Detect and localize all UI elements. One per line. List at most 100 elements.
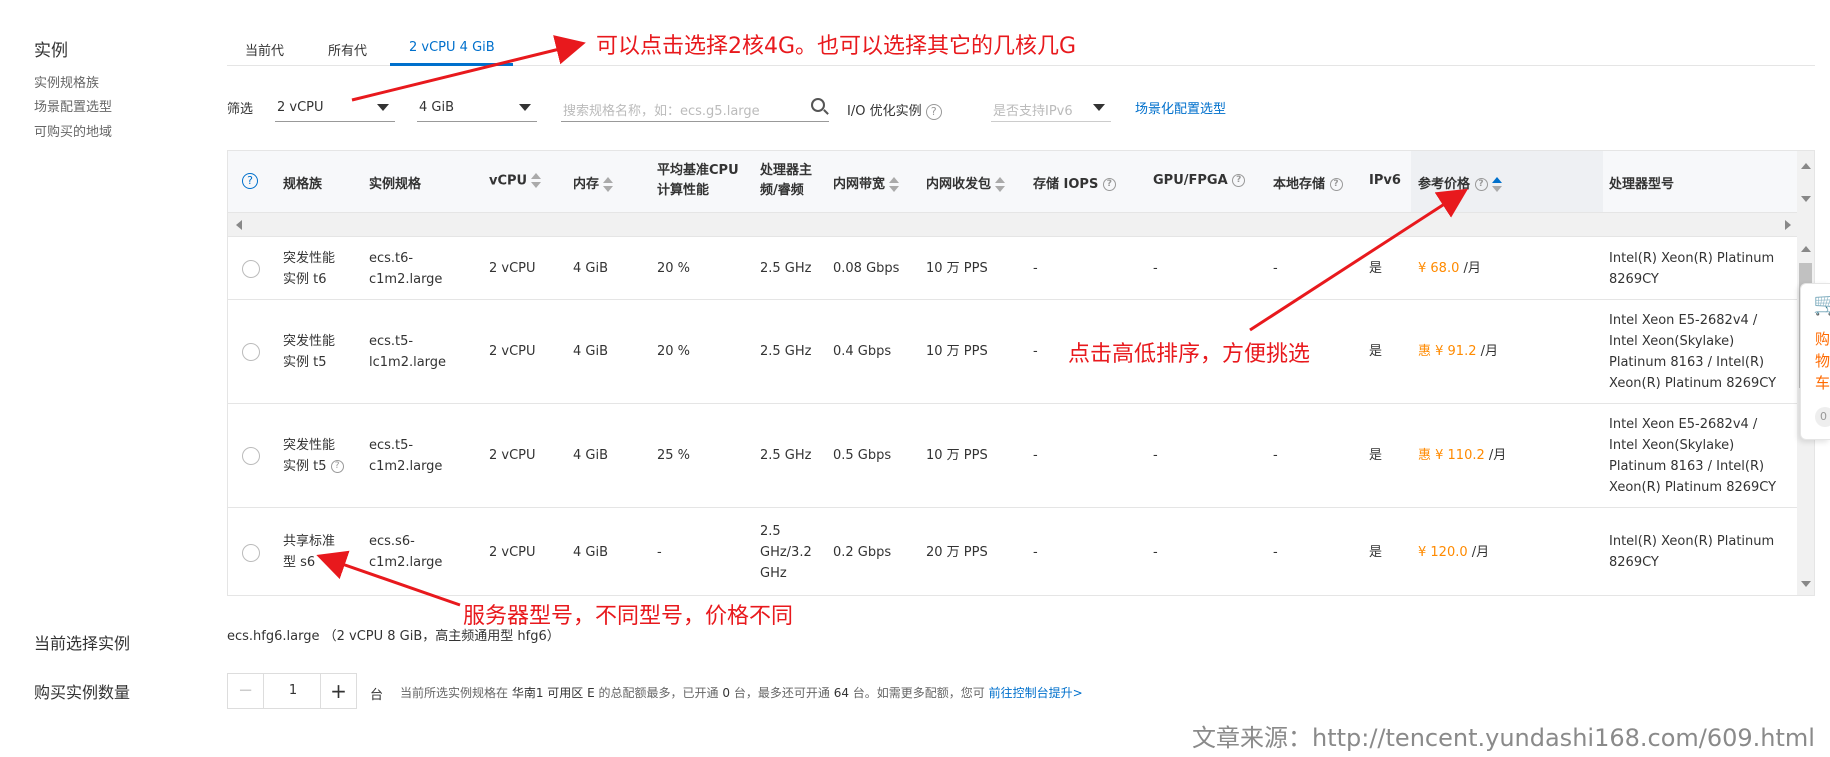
io-optimized-filter[interactable]: I/O 优化实例 ?: [847, 100, 942, 120]
shopping-cart-widget[interactable]: 🛒 购 物 车 0: [1800, 283, 1830, 440]
cell-cpu-model: Intel Xeon E5-2682v4 /Intel Xeon(Skylake…: [1609, 417, 1777, 495]
cell-mem: 4 GiB: [573, 545, 609, 560]
th-spec: 实例规格: [369, 177, 422, 192]
cell-baseline: 25 %: [657, 448, 691, 463]
help-icon[interactable]: ?: [1232, 174, 1246, 187]
cell-iops: -: [1033, 261, 1038, 276]
table-row[interactable]: 突发性能 实例 t5 ? ecs.t5- c1m2.large 2 vCPU 4 G…: [228, 405, 1799, 508]
cell-iops: -: [1033, 545, 1038, 560]
sort-icon[interactable]: [889, 176, 900, 193]
scroll-up-icon[interactable]: [1801, 246, 1811, 252]
quota-increase-link[interactable]: 前往控制台提升>: [989, 686, 1083, 700]
cell-gpu: -: [1153, 448, 1158, 463]
cell-vcpu: 2 vCPU: [489, 344, 536, 359]
cell-pps: 10 万 PPS: [926, 448, 988, 463]
chevron-down-icon: [377, 104, 389, 111]
row-radio[interactable]: [242, 447, 260, 465]
section-title: 实例: [34, 41, 68, 61]
table-row[interactable]: 突发性能 实例 t5 ecs.t5- lc1m2.large 2 vCPU 4 Gi…: [228, 301, 1799, 404]
help-icon[interactable]: ?: [925, 103, 942, 120]
cell-bandwidth: 0.5 Gbps: [833, 448, 892, 463]
th-price-label: 参考价格: [1418, 177, 1471, 192]
cell-family: 共享标准型 s6: [283, 534, 336, 570]
th-pps[interactable]: 内网收发包: [926, 173, 1006, 193]
nav-item-region[interactable]: 可购买的地域: [34, 121, 112, 140]
mem-select[interactable]: 4 GiB: [417, 90, 537, 122]
ipv6-select[interactable]: 是否支持IPv6: [991, 90, 1111, 122]
cell-ipv6: 是: [1369, 261, 1383, 276]
tab-current-gen[interactable]: 当前代: [245, 40, 284, 59]
help-icon[interactable]: ?: [1474, 178, 1488, 191]
scroll-left-icon[interactable]: [236, 220, 242, 230]
cell-cpu-model: Intel(R) Xeon(R) Platinum 8269CY: [1609, 534, 1775, 570]
th-mem[interactable]: 内存: [573, 173, 614, 193]
cell-spec: ecs.t5- c1m2.large: [369, 438, 443, 474]
scroll-right-icon[interactable]: [1785, 220, 1791, 230]
th-bandwidth[interactable]: 内网带宽: [833, 173, 900, 193]
row-radio[interactable]: [242, 343, 260, 361]
sort-icon[interactable]: [1491, 176, 1502, 193]
scene-config-link[interactable]: 场景化配置选型: [1135, 98, 1226, 117]
cell-gpu: -: [1153, 545, 1158, 560]
spec-search-input[interactable]: 搜索规格名称，如：ecs.g5.large: [561, 90, 829, 122]
th-local: 本地存储 ?: [1273, 173, 1343, 192]
row-radio[interactable]: [242, 544, 260, 562]
cell-cpu-model: Intel(R) Xeon(R) Platinum 8269CY: [1609, 251, 1775, 287]
help-icon[interactable]: ?: [1102, 178, 1116, 191]
th-price[interactable]: 参考价格 ?: [1418, 173, 1502, 193]
cell-vcpu: 2 vCPU: [489, 545, 536, 560]
help-icon[interactable]: ?: [242, 173, 258, 189]
sort-icon[interactable]: [531, 173, 542, 189]
cell-family: 突发性能 实例 t5: [283, 334, 336, 370]
search-icon[interactable]: [811, 98, 825, 112]
search-placeholder: 搜索规格名称，如：ecs.g5.large: [563, 104, 760, 119]
table-row[interactable]: 突发性能 实例 t6 ecs.t6- c1m2.large 2 vCPU 4 GiB…: [228, 238, 1799, 300]
sort-icon[interactable]: [603, 176, 614, 193]
row-radio[interactable]: [242, 260, 260, 278]
horizontal-scrollbar[interactable]: [228, 213, 1799, 237]
cpu-select[interactable]: 2 vCPU: [275, 90, 395, 122]
th-gpu: GPU/FPGA ?: [1153, 173, 1246, 188]
help-icon[interactable]: ?: [1329, 178, 1343, 191]
current-instance-label: 当前选择实例: [34, 634, 131, 653]
cell-vcpu: 2 vCPU: [489, 448, 536, 463]
cpu-select-value: 2 vCPU: [277, 100, 324, 115]
nav-item-scene[interactable]: 场景配置选型: [34, 96, 112, 115]
quantity-value[interactable]: 1: [264, 674, 322, 708]
cell-ipv6: 是: [1369, 448, 1383, 463]
th-gpu-label: GPU/FPGA: [1153, 173, 1228, 188]
increment-button[interactable]: +: [320, 674, 356, 708]
cell-gpu: -: [1153, 261, 1158, 276]
cart-count-badge: 0: [1815, 407, 1830, 427]
annotation-sort: 点击高低排序，方便挑选: [1068, 342, 1311, 367]
cell-pps: 20 万 PPS: [926, 545, 988, 560]
cell-freq: 2.5 GHz: [760, 344, 812, 359]
tab-2vcpu-4gib[interactable]: 2 vCPU 4 GiB: [409, 40, 495, 55]
scroll-down-icon[interactable]: [1801, 581, 1811, 587]
cell-local: -: [1273, 448, 1278, 463]
nav-item-family[interactable]: 实例规格族: [34, 72, 99, 91]
cell-local: -: [1273, 261, 1278, 276]
th-ipv6: IPv6: [1369, 173, 1401, 188]
table-row[interactable]: 共享标准型 s6 ecs.s6- c1m2.large 2 vCPU 4 GiB …: [228, 509, 1799, 595]
cell-baseline: 20 %: [657, 261, 691, 276]
scroll-up-icon[interactable]: [1801, 163, 1811, 169]
cart-label-1: 购: [1815, 330, 1830, 348]
decrement-button[interactable]: −: [228, 674, 264, 708]
help-icon[interactable]: ?: [330, 460, 344, 473]
tab-all-gen[interactable]: 所有代: [328, 40, 367, 59]
sort-icon[interactable]: [995, 176, 1006, 193]
cart-icon: 🛒: [1813, 292, 1830, 317]
cell-bandwidth: 0.08 Gbps: [833, 261, 900, 276]
chevron-down-icon: [519, 104, 531, 111]
scroll-down-icon[interactable]: [1801, 196, 1811, 202]
th-baseline-line1: 平均基准CPU: [657, 163, 739, 178]
cell-freq: 2.5 GHz: [760, 261, 812, 276]
cell-ipv6: 是: [1369, 344, 1383, 359]
table-header: ? 规格族 实例规格 vCPU 内存 平均基准CPU 计算性能 处理器主 频/睿频 …: [228, 151, 1799, 213]
filter-label: 筛选: [227, 102, 254, 117]
th-pps-label: 内网收发包: [926, 177, 992, 192]
th-vcpu[interactable]: vCPU: [489, 173, 542, 189]
cell-mem: 4 GiB: [573, 448, 609, 463]
instance-table: ? 规格族 实例规格 vCPU 内存 平均基准CPU 计算性能 处理器主 频/睿频 …: [227, 150, 1815, 596]
